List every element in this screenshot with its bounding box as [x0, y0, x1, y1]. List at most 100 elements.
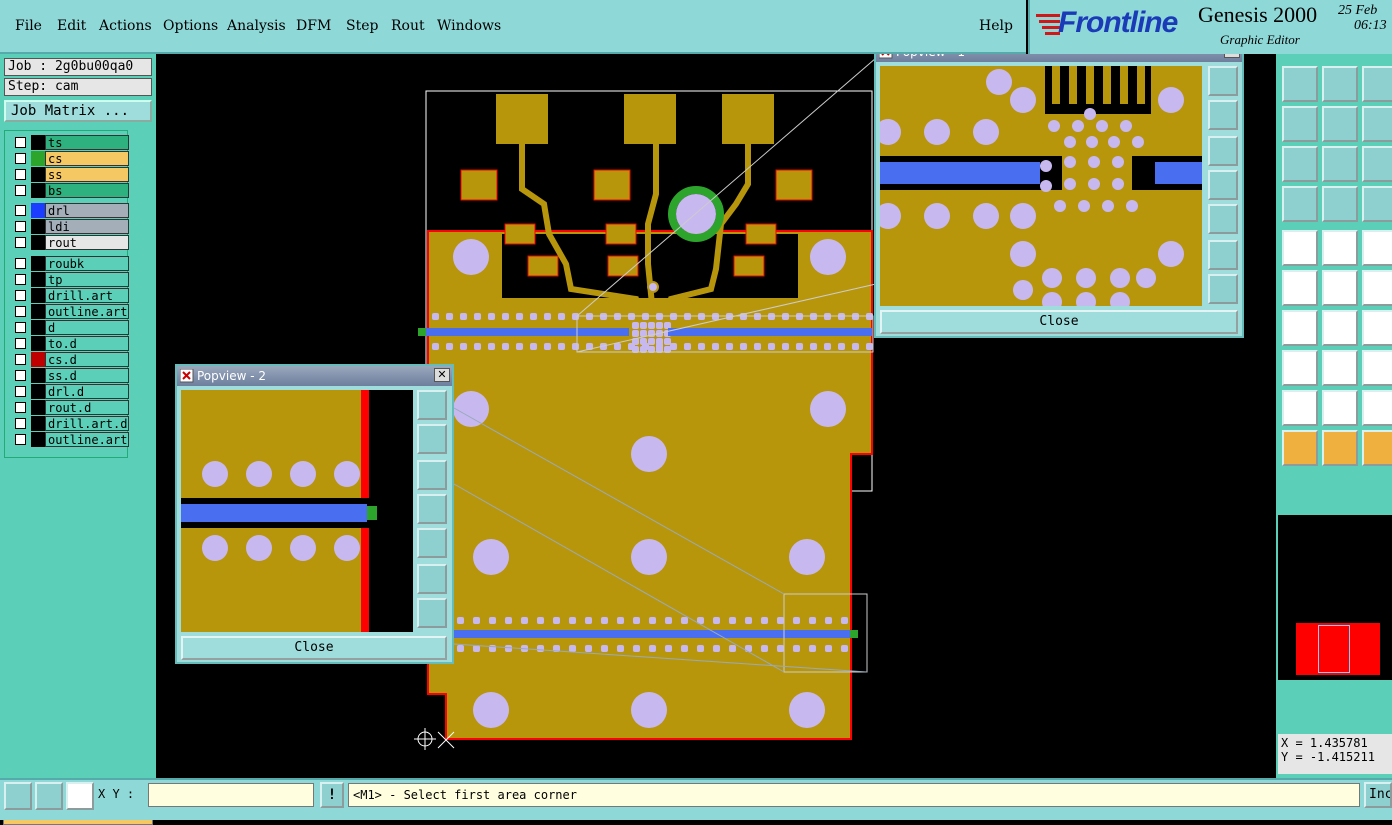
layer-checkbox[interactable] — [15, 185, 26, 196]
tool-icon[interactable] — [1362, 66, 1392, 102]
menu-dfm[interactable]: DFM — [296, 18, 331, 34]
layer-row[interactable]: outline.art — [11, 432, 129, 447]
layer-checkbox[interactable] — [15, 418, 26, 429]
layer-row[interactable]: drill.art — [11, 288, 129, 303]
popview-1-close-button[interactable]: Close — [880, 310, 1238, 334]
popview-tool-icon[interactable] — [417, 460, 447, 490]
tool-icon[interactable] — [1282, 230, 1318, 266]
layer-color-swatch[interactable] — [31, 400, 45, 415]
layer-checkbox[interactable] — [15, 402, 26, 413]
layer-color-swatch[interactable] — [31, 368, 45, 383]
layer-color-swatch[interactable] — [31, 304, 45, 319]
tool-icon[interactable] — [1322, 270, 1358, 306]
tool-icon[interactable] — [1322, 390, 1358, 426]
alert-icon[interactable]: ! — [320, 782, 344, 808]
snap-icon[interactable] — [66, 782, 94, 810]
popview-tool-icon[interactable] — [417, 528, 447, 558]
layer-row[interactable]: drl.d — [11, 384, 129, 399]
popview-tool-icon[interactable] — [1208, 274, 1238, 304]
layer-color-swatch[interactable] — [31, 219, 45, 234]
layer-color-swatch[interactable] — [31, 336, 45, 351]
layer-row[interactable]: drl — [11, 203, 129, 218]
popview-tool-icon[interactable] — [1208, 66, 1238, 96]
layer-color-swatch[interactable] — [31, 288, 45, 303]
popview-tool-icon[interactable] — [1208, 170, 1238, 200]
layer-row[interactable]: ss.d — [11, 368, 129, 383]
layer-color-swatch[interactable] — [31, 183, 45, 198]
layer-row[interactable]: rout.d — [11, 400, 129, 415]
layer-checkbox[interactable] — [15, 306, 26, 317]
tool-icon[interactable] — [1282, 106, 1318, 142]
tool-icon[interactable] — [1362, 106, 1392, 142]
layer-row[interactable]: cs.d — [11, 352, 129, 367]
layer-checkbox[interactable] — [15, 370, 26, 381]
menu-options[interactable]: Options — [163, 18, 218, 34]
layer-row[interactable]: cs — [11, 151, 129, 166]
menu-rout[interactable]: Rout — [391, 18, 425, 34]
layer-row[interactable]: rout — [11, 235, 129, 250]
layer-row[interactable]: ldi — [11, 219, 129, 234]
layer-color-swatch[interactable] — [31, 384, 45, 399]
layer-color-swatch[interactable] — [31, 256, 45, 271]
tool-icon[interactable] — [1362, 230, 1392, 266]
layer-checkbox[interactable] — [15, 258, 26, 269]
menu-analysis[interactable]: Analysis — [227, 18, 286, 34]
zoom-area-icon[interactable] — [4, 782, 32, 810]
popview-2-view[interactable] — [181, 390, 413, 632]
tool-icon[interactable] — [1362, 146, 1392, 182]
layer-color-swatch[interactable] — [31, 432, 45, 447]
tool-icon[interactable] — [1282, 66, 1318, 102]
xy-input[interactable] — [148, 783, 314, 807]
tool-icon[interactable] — [1362, 270, 1392, 306]
layer-color-swatch[interactable] — [31, 135, 45, 150]
tool-icon[interactable] — [1362, 350, 1392, 386]
layer-row[interactable]: outline.art — [11, 304, 129, 319]
tool-icon[interactable] — [1322, 310, 1358, 346]
layer-checkbox[interactable] — [15, 169, 26, 180]
layer-checkbox[interactable] — [15, 237, 26, 248]
job-matrix-button[interactable]: Job Matrix ... — [4, 100, 152, 122]
tool-icon[interactable] — [1362, 430, 1392, 466]
graphic-canvas[interactable]: Popview - 1 ✕ Close Popview - 2 ✕ — [156, 54, 1276, 778]
layer-checkbox[interactable] — [15, 386, 26, 397]
layer-checkbox[interactable] — [15, 205, 26, 216]
layer-row[interactable]: d — [11, 320, 129, 335]
layer-row[interactable]: to.d — [11, 336, 129, 351]
layer-checkbox[interactable] — [15, 290, 26, 301]
tool-icon[interactable] — [1282, 270, 1318, 306]
layer-checkbox[interactable] — [15, 322, 26, 333]
tool-icon[interactable] — [1282, 430, 1318, 466]
popview-1-close-icon[interactable]: ✕ — [1224, 54, 1240, 58]
popview-tool-icon[interactable] — [417, 390, 447, 420]
tool-icon[interactable] — [1282, 186, 1318, 222]
popview-tool-icon[interactable] — [417, 598, 447, 628]
layer-color-swatch[interactable] — [31, 272, 45, 287]
menu-edit[interactable]: Edit — [57, 18, 86, 34]
menu-help[interactable]: Help — [979, 18, 1013, 34]
layer-color-swatch[interactable] — [31, 235, 45, 250]
tool-icon[interactable] — [1282, 310, 1318, 346]
popview-2-close-button[interactable]: Close — [181, 636, 447, 660]
popview-tool-icon[interactable] — [1208, 240, 1238, 270]
tool-icon[interactable] — [1322, 186, 1358, 222]
layer-color-swatch[interactable] — [31, 203, 45, 218]
popview-tool-icon[interactable] — [417, 494, 447, 524]
layer-checkbox[interactable] — [15, 221, 26, 232]
menu-file[interactable]: File — [15, 18, 42, 34]
layer-color-swatch[interactable] — [31, 416, 45, 431]
tool-icon[interactable] — [1282, 350, 1318, 386]
popview-tool-icon[interactable] — [417, 424, 447, 454]
tool-icon[interactable] — [1322, 430, 1358, 466]
tool-icon[interactable] — [1322, 146, 1358, 182]
layer-color-swatch[interactable] — [31, 352, 45, 367]
layer-color-swatch[interactable] — [31, 167, 45, 182]
layer-checkbox[interactable] — [15, 274, 26, 285]
tool-icon[interactable] — [1282, 390, 1318, 426]
popview-1-view[interactable] — [880, 66, 1202, 306]
layer-checkbox[interactable] — [15, 153, 26, 164]
layer-color-swatch[interactable] — [31, 151, 45, 166]
popview-tool-icon[interactable] — [1208, 204, 1238, 234]
layer-color-swatch[interactable] — [31, 320, 45, 335]
inc-button[interactable]: Inc — [1364, 782, 1392, 808]
layer-row[interactable]: ts — [11, 135, 129, 150]
